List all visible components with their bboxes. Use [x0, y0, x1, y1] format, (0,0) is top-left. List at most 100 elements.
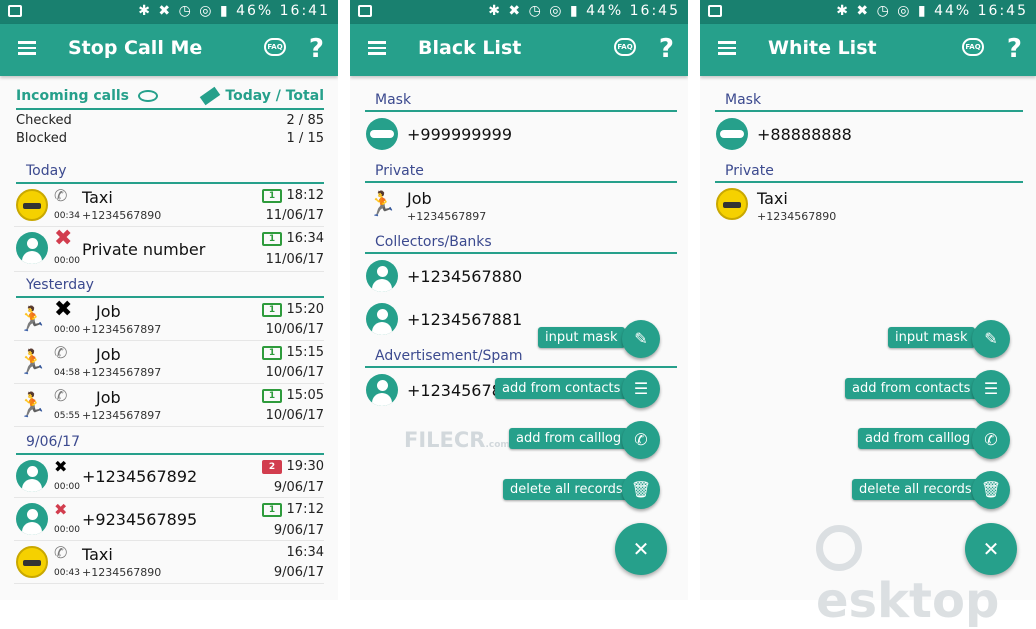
page-title: Black List	[418, 37, 522, 59]
call-time: 16:34	[286, 545, 324, 560]
section-private: Private	[375, 163, 424, 179]
call-row[interactable]: 🏃 ✖ 00:00 Job +1234567897 1 15:20 10/06/…	[14, 299, 324, 341]
caller-name: Job	[96, 345, 121, 364]
call-row[interactable]: ✆ 00:34 Taxi +1234567890 1 18:12 11/06/1…	[14, 185, 324, 227]
menu-icon[interactable]	[718, 41, 736, 55]
entry-number: +1234567897	[407, 210, 487, 223]
taxi-avatar	[716, 188, 748, 220]
caller-name: +1234567892	[82, 467, 198, 486]
stats-header: Incoming calls Today / Total	[16, 86, 324, 106]
menu-icon[interactable]	[18, 41, 36, 55]
status-bar: ✱ ✖ ◷ ◎ ▮ 44% 16:45	[350, 0, 688, 24]
call-row[interactable]: ✆ 00:43 Taxi +1234567890 16:34 9/06/17	[14, 542, 324, 584]
call-duration: 04:58	[54, 368, 80, 378]
close-fab-button[interactable]: ✕	[615, 523, 667, 575]
call-date: 11/06/17	[265, 252, 324, 267]
entry-number[interactable]: +1234567880	[407, 267, 522, 286]
section-mask: Mask	[725, 92, 762, 108]
contacts-icon[interactable]: ☰	[622, 370, 660, 408]
call-row[interactable]: ✖ 00:00 Private number 1 16:34 11/06/17	[14, 228, 324, 272]
desktop-watermark: esktop	[816, 517, 1036, 629]
taxi-avatar	[16, 546, 48, 578]
runner-avatar: 🏃	[17, 391, 47, 419]
entry-number[interactable]: +999999999	[407, 125, 512, 144]
entry-name[interactable]: Job	[407, 189, 432, 208]
mask-blocked-icon: ✖	[54, 457, 68, 476]
caller-number: +1234567890	[82, 209, 162, 222]
delete-all-records-button[interactable]: delete all records	[852, 479, 979, 500]
today-total-label: Today / Total	[225, 88, 324, 104]
eraser-icon[interactable]	[200, 86, 221, 106]
section-today: Today	[26, 163, 67, 179]
help-icon[interactable]: ?	[1007, 34, 1022, 64]
add-from-calllog-button[interactable]: add from calllog	[858, 428, 978, 449]
delete-all-records-button[interactable]: delete all records	[503, 479, 630, 500]
call-row[interactable]: ✖ 00:00 +1234567892 2 19:30 9/06/17	[14, 456, 324, 498]
entry-number[interactable]: +12345678	[407, 381, 502, 400]
entry-number: +1234567890	[757, 210, 837, 223]
notification-icon	[358, 5, 372, 17]
add-from-calllog-button[interactable]: add from calllog	[509, 428, 629, 449]
caller-number: +1234567890	[82, 566, 162, 579]
caller-number: +1234567897	[82, 323, 162, 336]
battery-level: 44%	[586, 3, 624, 19]
call-date: 10/06/17	[265, 322, 324, 337]
help-icon[interactable]: ?	[659, 34, 674, 64]
runner-avatar: 🏃	[17, 348, 47, 376]
faq-icon[interactable]: FAQ	[614, 38, 636, 56]
call-date: 10/06/17	[265, 408, 324, 423]
entry-number[interactable]: +88888888	[757, 125, 852, 144]
incoming-call-icon: ✆	[54, 543, 68, 562]
menu-icon[interactable]	[368, 41, 386, 55]
blocked-label: Blocked	[16, 131, 67, 146]
entry-number[interactable]: +1234567881	[407, 310, 522, 329]
section-yesterday: Yesterday	[26, 277, 94, 293]
caller-name: Taxi	[82, 188, 113, 207]
phone-icon[interactable]: ✆	[972, 421, 1010, 459]
runner-avatar: 🏃	[367, 190, 397, 218]
call-date: 9/06/17	[273, 480, 324, 495]
caller-name: +9234567895	[82, 510, 198, 529]
contacts-icon[interactable]: ☰	[972, 370, 1010, 408]
call-duration: 00:00	[54, 256, 80, 266]
call-row[interactable]: 🏃 ✆ 04:58 Job +1234567897 1 15:15 10/06/…	[14, 342, 324, 384]
desktop-watermark-text: esktop	[816, 573, 1000, 629]
call-row[interactable]: ✖ 00:00 +9234567895 1 17:12 9/06/17	[14, 499, 324, 541]
incoming-call-icon: ✆	[54, 186, 68, 205]
status-icons: ✱ ✖ ◷ ◎ ▮	[488, 3, 587, 19]
blocked-icon: ✖	[54, 297, 73, 322]
help-icon[interactable]: ?	[309, 34, 324, 64]
status-bar: ✱ ✖ ◷ ◎ ▮ 46% 16:41	[0, 0, 338, 24]
entry-name[interactable]: Taxi	[757, 189, 788, 208]
call-date: 11/06/17	[265, 208, 324, 223]
contact-avatar	[16, 503, 48, 535]
incoming-call-icon: ✆	[54, 386, 68, 405]
white-list-screen: ✱ ✖ ◷ ◎ ▮ 44% 16:45 White List FAQ ? Mas…	[700, 0, 1036, 600]
phone-icon[interactable]: ✆	[622, 421, 660, 459]
faq-icon[interactable]: FAQ	[962, 38, 984, 56]
status-icons: ✱ ✖ ◷ ◎ ▮	[138, 3, 237, 19]
section-spam: Advertisement/Spam	[375, 348, 523, 364]
battery-level: 46%	[236, 3, 274, 19]
add-from-contacts-button[interactable]: add from contacts	[845, 378, 978, 399]
notification-icon	[708, 5, 722, 17]
input-mask-button[interactable]: input mask	[538, 327, 625, 348]
divider	[715, 181, 1023, 183]
call-date: 9/06/17	[273, 565, 324, 580]
divider	[365, 110, 677, 112]
input-mask-button[interactable]: input mask	[888, 327, 975, 348]
section-mask: Mask	[375, 92, 412, 108]
filecr-watermark: FILECR.com	[404, 428, 510, 452]
pencil-icon[interactable]: ✎	[972, 320, 1010, 358]
eye-icon[interactable]	[137, 90, 158, 102]
blocked-value: 1 / 15	[286, 131, 324, 146]
call-row[interactable]: 🏃 ✆ 05:55 Job +1234567897 1 15:05 10/06/…	[14, 385, 324, 427]
call-duration: 05:55	[54, 411, 80, 421]
faq-icon[interactable]: FAQ	[264, 38, 286, 56]
add-from-contacts-button[interactable]: add from contacts	[495, 378, 628, 399]
incoming-calls-label: Incoming calls	[16, 88, 130, 104]
trash-icon[interactable]: 🗑	[622, 471, 660, 509]
divider	[365, 252, 677, 254]
pencil-icon[interactable]: ✎	[622, 320, 660, 358]
trash-icon[interactable]: 🗑	[972, 471, 1010, 509]
